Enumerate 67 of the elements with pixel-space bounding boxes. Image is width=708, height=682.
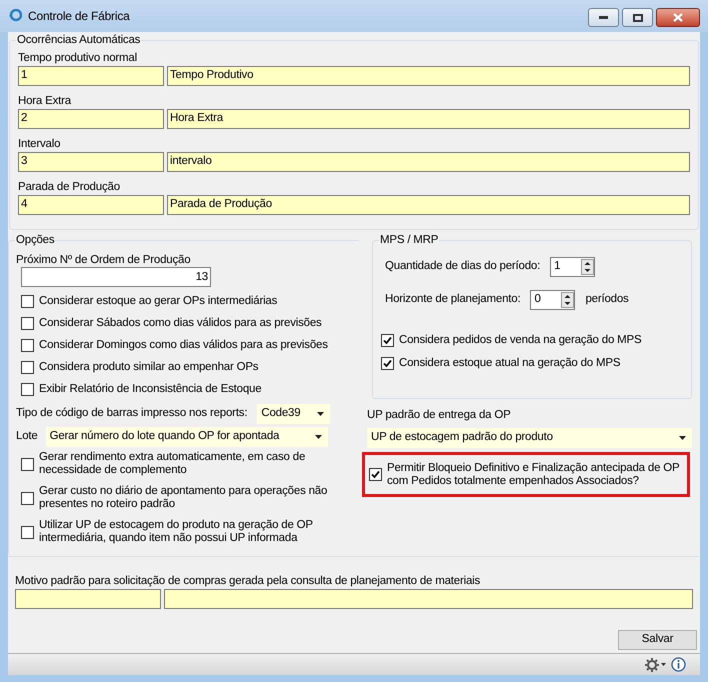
caret-icon bbox=[314, 435, 322, 439]
field-label: Motivo padrão para solicitação de compras gerada pela consulta de planejamento de materiais bbox=[15, 574, 482, 588]
save-button[interactable]: Salvar bbox=[618, 630, 697, 650]
field-label: Tipo de código de barras impresso nos reports: bbox=[16, 406, 248, 422]
checkbox[interactable] bbox=[369, 468, 382, 481]
dropdown[interactable]: UP de estocagem padrão do produto bbox=[367, 428, 692, 448]
dropdown[interactable]: Gerar número do lote quando OP for apontada bbox=[46, 427, 328, 447]
checkbox[interactable] bbox=[381, 334, 394, 346]
caret-icon bbox=[679, 436, 686, 440]
checkbox-label: Considera pedidos de venda na geração do MPS bbox=[399, 334, 642, 346]
checkbox[interactable] bbox=[21, 294, 34, 308]
spinner-arrows-icon bbox=[561, 292, 574, 308]
field-label: UP padrão de entrega da OP bbox=[367, 408, 512, 422]
spin-field[interactable]: 0 bbox=[530, 290, 576, 310]
maximize-icon bbox=[632, 14, 642, 22]
checkbox-label: Exibir Relatório de Inconsistência de Estoque bbox=[39, 382, 262, 396]
name-field[interactable]: intervalo bbox=[167, 152, 690, 172]
checkbox-label: Gerar rendimento extra automaticamente, em caso de necessidade de complemento bbox=[39, 451, 306, 477]
field-label: Tempo produtivo normal bbox=[18, 51, 138, 66]
settings-icon[interactable] bbox=[644, 656, 666, 672]
field-label: Próximo Nº de Ordem de Produção bbox=[16, 253, 192, 267]
app-logo-icon bbox=[8, 9, 22, 23]
field-label: Quantidade de dias do período: bbox=[385, 259, 540, 274]
checkbox-label: Utilizar UP de estocagem do produto na geração de OP intermediária, quando item não possui UP informada bbox=[39, 519, 314, 545]
dropdown[interactable]: Code39 bbox=[257, 404, 330, 424]
field-label: Intervalo bbox=[18, 137, 62, 152]
spinner-arrows-icon bbox=[581, 259, 594, 275]
maximize-button[interactable] bbox=[622, 8, 653, 27]
checkbox-label: Considerar Sábados como dias válidos para as previsões bbox=[39, 316, 322, 330]
spin-field[interactable]: 1 bbox=[550, 257, 596, 277]
checkbox[interactable] bbox=[21, 458, 34, 470]
unit-label: períodos bbox=[585, 292, 629, 308]
info-icon[interactable] bbox=[671, 657, 686, 672]
checkbox-label: Considera produto similar ao empenhar OPs bbox=[39, 360, 258, 374]
code-field[interactable]: 1 bbox=[18, 66, 164, 86]
checkbox[interactable] bbox=[381, 356, 394, 370]
name-field[interactable]: Parada de Produção bbox=[167, 195, 690, 215]
window-title: Controle de Fábrica bbox=[28, 8, 130, 25]
checkbox[interactable] bbox=[21, 360, 34, 374]
checkbox[interactable] bbox=[21, 382, 34, 396]
code-field[interactable] bbox=[15, 589, 161, 609]
field-label: Horizonte de planejamento: bbox=[385, 292, 520, 308]
minimize-icon bbox=[599, 16, 608, 19]
field-label: Parada de Produção bbox=[18, 180, 121, 195]
caret-icon bbox=[317, 412, 324, 416]
checkbox-label: Considerar Domingos como dias válidos para as previsões bbox=[39, 338, 328, 352]
minimize-button[interactable] bbox=[588, 8, 619, 27]
code-field[interactable]: 3 bbox=[18, 152, 164, 172]
field-label: Hora Extra bbox=[18, 94, 72, 109]
checkbox[interactable] bbox=[21, 316, 34, 330]
order-number-field[interactable]: 13 bbox=[21, 267, 211, 287]
checkbox-label: Permitir Bloqueio Definitivo e Finalização antecipada de OP com Pedidos totalmente empenhados Associados? bbox=[387, 462, 680, 488]
checkbox[interactable] bbox=[21, 492, 34, 504]
code-field[interactable]: 4 bbox=[18, 195, 164, 215]
code-field[interactable]: 2 bbox=[18, 109, 164, 129]
group-title: Opções bbox=[15, 233, 56, 247]
checkbox-label: Considera estoque atual na geração do MPS bbox=[399, 356, 620, 370]
close-icon bbox=[673, 13, 683, 22]
name-field[interactable] bbox=[164, 589, 693, 609]
name-field[interactable]: Hora Extra bbox=[167, 109, 690, 129]
checkbox[interactable] bbox=[21, 526, 34, 538]
checkbox-label: Considerar estoque ao gerar OPs intermediárias bbox=[39, 294, 278, 308]
name-field[interactable]: Tempo Produtivo bbox=[167, 66, 690, 86]
checkbox-label: Gerar custo no diário de apontamento para operações não presentes no roteiro padrão bbox=[39, 485, 328, 511]
field-label: Lote bbox=[16, 429, 38, 444]
checkbox[interactable] bbox=[21, 338, 34, 352]
close-button[interactable] bbox=[656, 8, 700, 27]
